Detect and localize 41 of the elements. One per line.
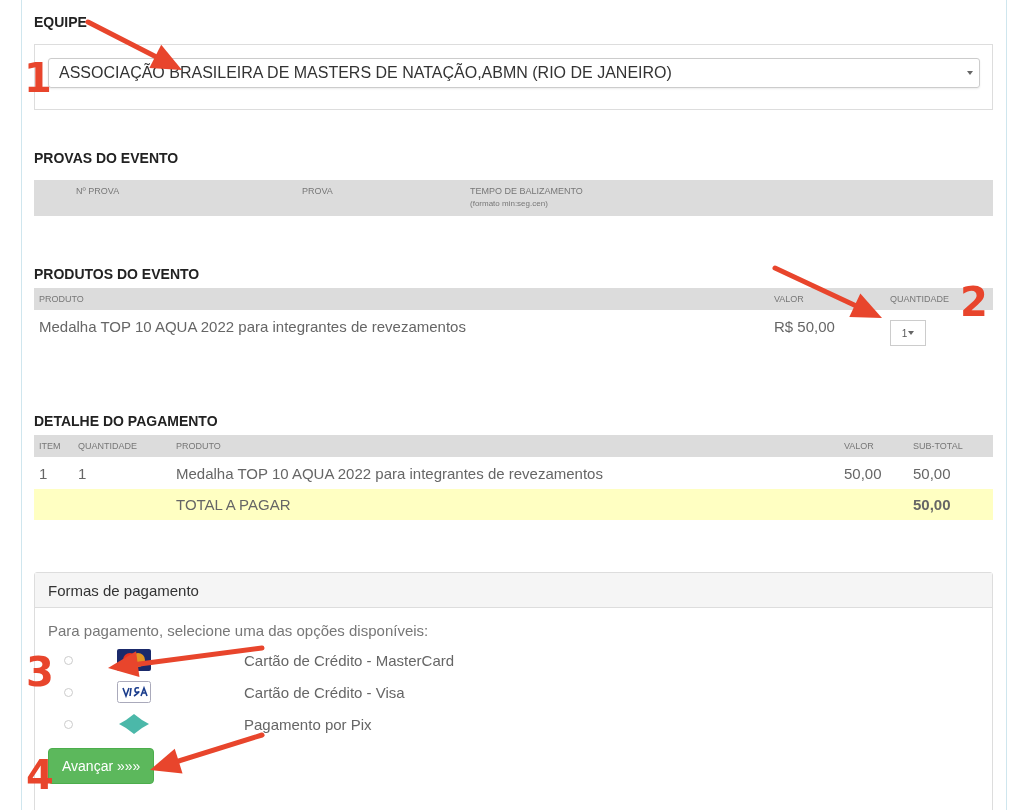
table-cell-text: 1 (78, 464, 88, 482)
option-label: Pagamento por Pix (244, 715, 372, 733)
column-header: QUANTIDADE (78, 441, 138, 451)
radio-button[interactable] (64, 719, 73, 729)
diamond-icon (117, 714, 151, 734)
radio-button[interactable] (64, 687, 73, 697)
section-title: PROVAS DO EVENTO (34, 150, 180, 168)
table-cell-text: R$ 50,00 (774, 318, 836, 337)
option-label: Cartão de Crédito - MasterCard (244, 651, 455, 669)
step-number: 2 (960, 279, 988, 325)
table-cell-text: 1 (38, 464, 49, 482)
panel-title: Formas de pagamento (48, 581, 199, 599)
total-label: TOTAL A PAGAR (176, 496, 292, 513)
caret-icon (908, 331, 915, 335)
table-cell-text: Medalha TOP 10 AQUA 2022 para integrantes de revezamentos (176, 464, 604, 482)
column-header: ITEM (38, 441, 62, 451)
section-title: PRODUTOS DO EVENTO (34, 266, 201, 284)
card-icon (117, 681, 151, 703)
table-cell-text: Medalha TOP 10 AQUA 2022 para integrantes de revezamentos (38, 318, 467, 337)
table-cell-text: 50,00 (844, 464, 883, 482)
section-title: DETALHE DO PAGAMENTO (34, 413, 219, 431)
caret-icon (967, 71, 973, 75)
radio-button[interactable] (64, 655, 73, 665)
column-note: (formato min:seg.cen) (470, 199, 549, 208)
option-label: Cartão de Crédito - Visa (244, 683, 405, 701)
step-number: 3 (26, 649, 54, 695)
column-header: PRODUTO (176, 441, 222, 451)
section-title: EQUIPE (34, 14, 88, 32)
column-header: Nº PROVA (75, 186, 121, 198)
column-header: PRODUTO (38, 294, 85, 304)
table-cell-text: 50,00 (913, 464, 952, 482)
column-header: VALOR (774, 294, 805, 304)
column-header: VALOR (844, 441, 875, 451)
instruction-text: Para pagamento, selecione uma das opções disponíveis: (48, 622, 430, 641)
quantity-select[interactable]: 1 (890, 320, 926, 346)
column-header: QUANTIDADE (890, 294, 950, 304)
team-select[interactable]: ASSOCIAÇÃO BRASILEIRA DE MASTERS DE NATAÇÃO,ABMN (RIO DE JANEIRO) (48, 58, 980, 88)
column-header: PROVA (302, 186, 334, 198)
column-header: TEMPO DE BALIZAMENTO (470, 186, 583, 196)
column-header: SUB-TOTAL (913, 441, 964, 451)
total-value: 50,00 (913, 496, 952, 513)
